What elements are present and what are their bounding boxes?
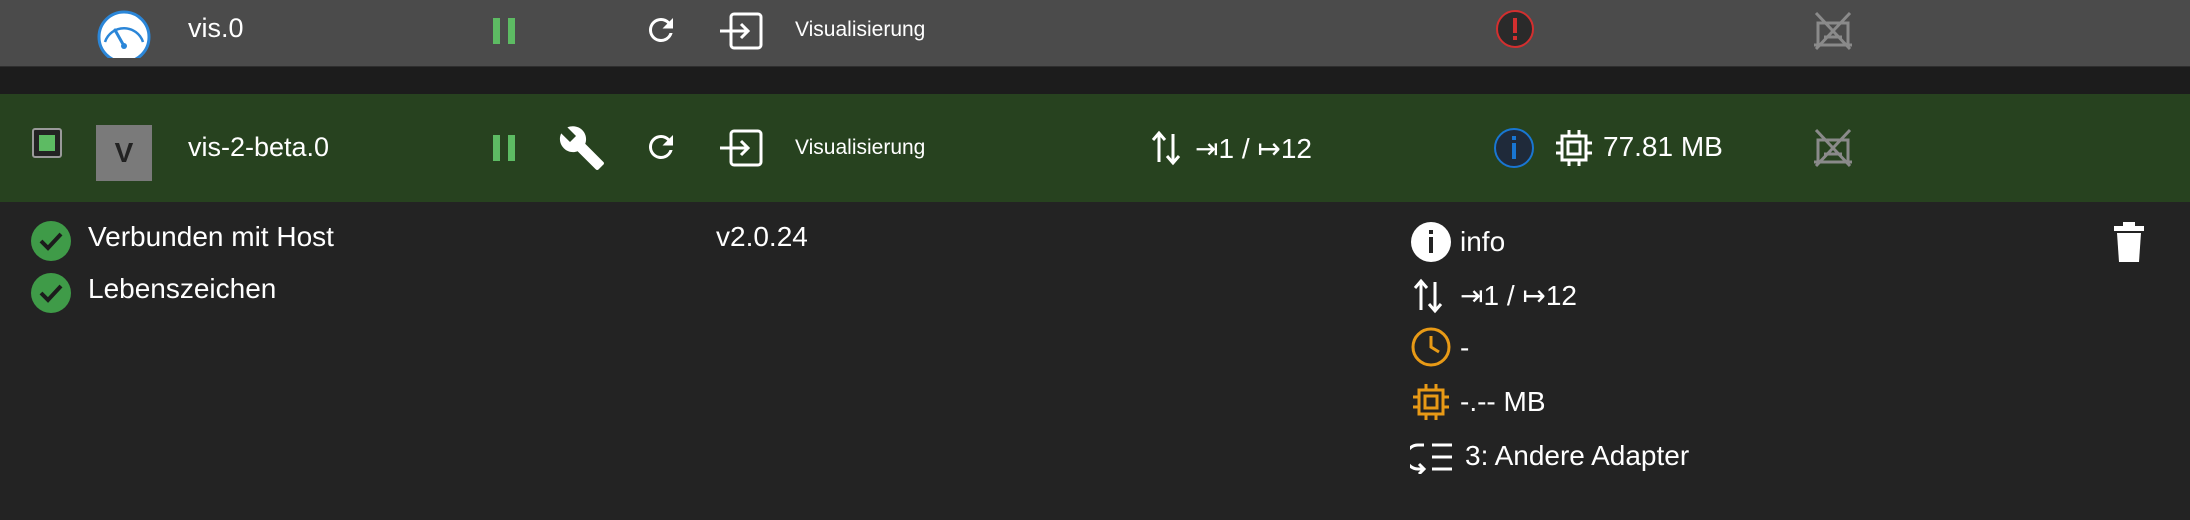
adapter-letter-icon: V [96,125,152,181]
info-circle-icon [1410,221,1452,263]
arrows-updown-icon [1150,128,1182,168]
restart-icon[interactable] [643,12,679,48]
open-instance-icon[interactable] [718,128,764,168]
version-label: v2.0.24 [716,221,808,252]
host-disabled-icon[interactable] [1810,9,1856,53]
trash-icon[interactable] [2112,222,2146,264]
adapter-row-vis-0[interactable]: vis.0 Visualisierung [0,0,2190,67]
host-disabled-icon[interactable] [1810,126,1856,170]
heartbeat-label: Lebenszeichen [88,273,277,304]
connections-count: ⇥1 / ↦12 [1195,133,1312,164]
schedule-value: - [1460,332,1470,363]
pause-button[interactable] [491,16,519,46]
expand-checkbox[interactable] [32,128,62,158]
row-separator [0,67,2190,94]
memory-chip-icon [1554,128,1594,168]
exclamation-icon[interactable] [1495,9,1535,49]
speedometer-icon [95,8,153,58]
tier-list-icon [1410,440,1454,474]
arrows-updown-icon [1412,276,1444,316]
adapter-name: vis.0 [188,13,244,43]
info-icon[interactable] [1493,127,1535,169]
open-instance-icon[interactable] [718,11,764,51]
connections-count: ⇥1 / ↦12 [1460,280,1577,311]
memory-value: -.-- MB [1460,386,1546,417]
connected-to-host-label: Verbunden mit Host [88,221,334,252]
check-circle-icon [30,220,72,262]
info-label: info [1460,226,1506,257]
adapter-row-vis-2-beta-0[interactable]: V vis-2-beta.0 Visualisierung ⇥1 / ↦12 7… [0,94,2190,202]
clock-icon [1410,326,1452,368]
adapter-description: Visualisierung [795,136,926,159]
adapter-description: Visualisierung [795,18,926,41]
memory-value: 77.81 MB [1603,131,1723,162]
memory-chip-icon [1411,382,1451,422]
restart-icon[interactable] [643,129,679,165]
adapter-name: vis-2-beta.0 [188,132,330,162]
tier-label: 3: Andere Adapter [1465,440,1690,471]
pause-button[interactable] [491,133,519,163]
adapter-details-panel: Verbunden mit Host Lebenszeichen v2.0.24… [0,202,2190,520]
check-circle-icon [30,272,72,314]
wrench-icon[interactable] [558,124,606,172]
